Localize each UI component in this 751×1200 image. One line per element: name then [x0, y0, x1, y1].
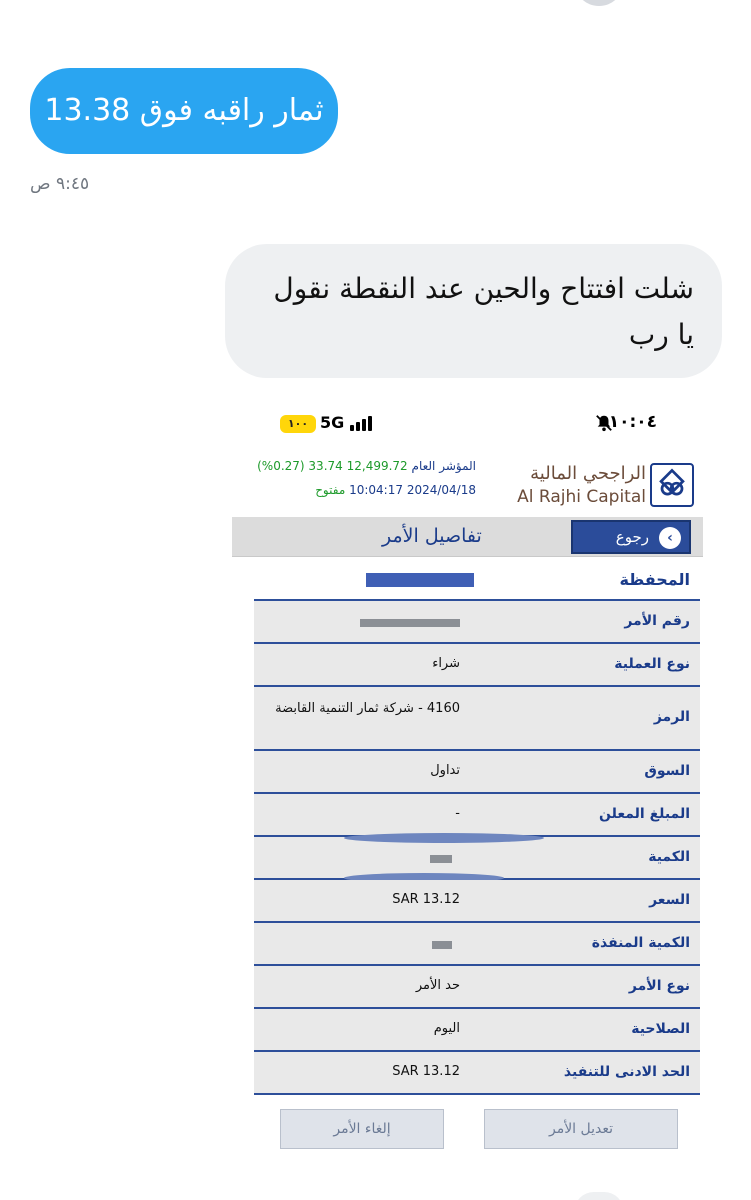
contact-avatar [574, 1192, 624, 1200]
detail-row-order-number: رقم الأمر [254, 601, 700, 644]
contact-avatar [574, 0, 624, 6]
redacted-value [432, 941, 452, 949]
redacted-value [360, 619, 460, 627]
market-state: مفتوح [315, 483, 346, 497]
market-index: المؤشر العام 12,499.72 33.74 (0.27%) 202… [236, 459, 476, 503]
back-button[interactable]: › رجوع [571, 520, 691, 554]
detail-row-operation-type: نوع العملية شراء [254, 644, 700, 687]
redacted-value [430, 855, 452, 863]
detail-row-market: السوق تداول [254, 751, 700, 794]
attached-screenshot[interactable]: ١٠٠ 5G ١٠:٠٤ المؤشر العام 12,499.72 33.7… [232, 395, 703, 1165]
brand-name-english: Al Rajhi Capital [517, 487, 646, 507]
status-time: ١٠:٠٤ [608, 412, 657, 432]
detail-row-min-execution: الحد الادنى للتنفيذ SAR 13.12 [254, 1052, 700, 1095]
cancel-order-button[interactable]: إلغاء الأمر [280, 1109, 444, 1149]
detail-row-portfolio: المحفظة [254, 558, 700, 601]
detail-row-price: السعر SAR 13.12 [254, 880, 700, 923]
page-header: › رجوع تفاصيل الأمر [232, 517, 703, 557]
order-details-table: المحفظة رقم الأمر نوع العملية شراء الرمز… [254, 558, 700, 1095]
detail-row-validity: الصلاحية اليوم [254, 1009, 700, 1052]
market-datetime: 2024/04/18 10:04:17 [349, 483, 476, 497]
battery-indicator: ١٠٠ [280, 415, 316, 433]
message-timestamp: ٩:٤٥ ص [30, 174, 90, 194]
index-label: المؤشر العام [411, 459, 476, 473]
brand-header: الراجحي المالية Al Rajhi Capital [517, 463, 698, 515]
network-label: 5G [320, 413, 345, 432]
edit-order-button[interactable]: تعديل الأمر [484, 1109, 678, 1149]
brand-name-arabic: الراجحي المالية [530, 463, 646, 484]
redaction-smear [344, 833, 544, 843]
signal-icon [350, 415, 380, 431]
index-change-pct: (0.27%) [257, 459, 305, 473]
redacted-value [366, 573, 474, 587]
status-bar: ١٠٠ 5G ١٠:٠٤ [232, 395, 703, 449]
alrajhi-logo [650, 463, 694, 507]
detail-row-quantity: الكمية [254, 833, 700, 883]
detail-row-order-type: نوع الأمر حد الأمر [254, 966, 700, 1009]
detail-row-executed-quantity: الكمية المنفذة [254, 923, 700, 966]
outgoing-message[interactable]: ثمار راقبه فوق 13.38 [30, 68, 338, 154]
page-title: تفاصيل الأمر [382, 525, 482, 547]
detail-row-announced-amount: المبلغ المعلن - [254, 794, 700, 837]
chevron-right-icon: › [659, 527, 681, 549]
incoming-message[interactable]: شلت افتتاح والحين عند النقطة نقول يا رب [225, 244, 722, 378]
index-value: 12,499.72 [346, 459, 408, 473]
index-change: 33.74 [308, 459, 343, 473]
detail-row-symbol: الرمز 4160 - شركة ثمار التنمية القابضة [254, 687, 700, 751]
